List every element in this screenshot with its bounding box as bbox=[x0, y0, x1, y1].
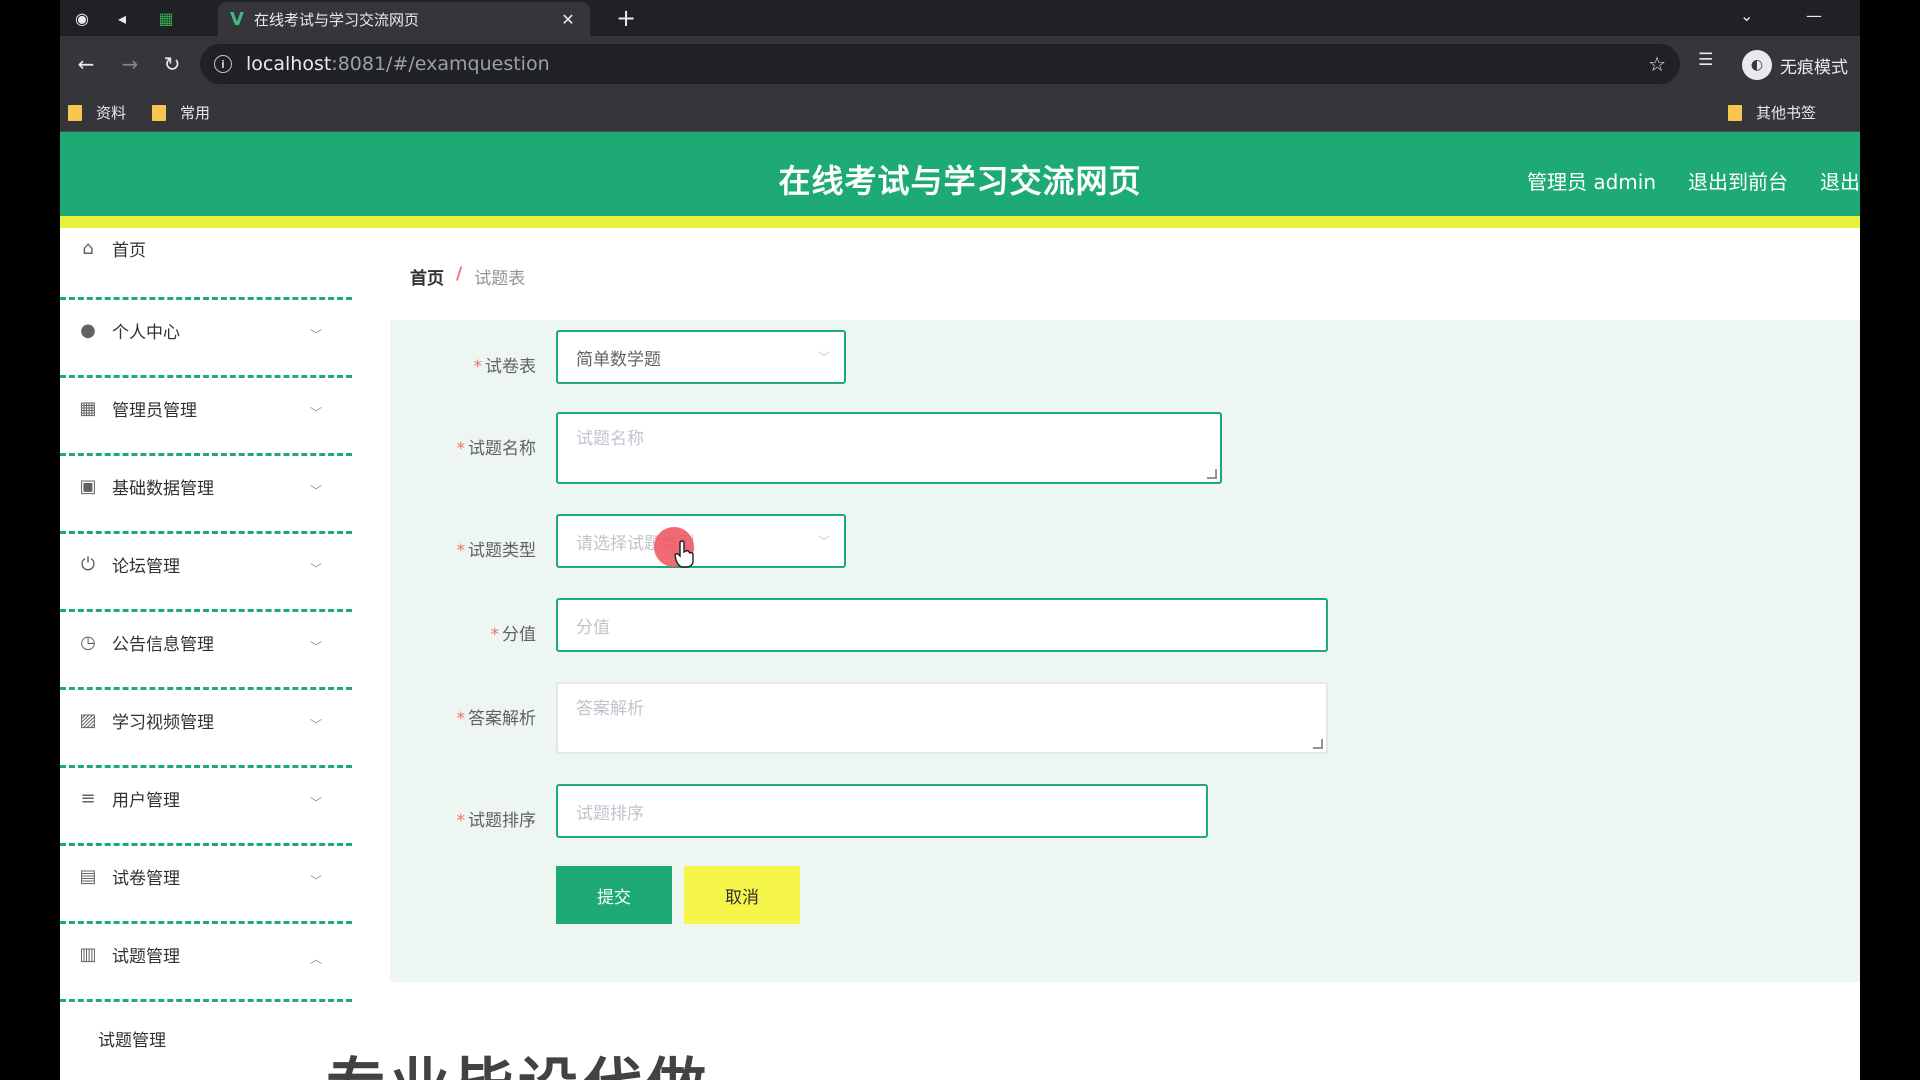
browser-window: ◉ ◂ ▦ V 在线考试与学习交流网页 ✕ + ⌄ — ← → ↻ i loca… bbox=[60, 0, 1860, 1080]
sidebar-subitem-questions[interactable]: 试题管理 bbox=[60, 1002, 352, 1080]
forward-icon[interactable]: → bbox=[116, 50, 144, 78]
resize-handle-icon[interactable] bbox=[1313, 739, 1323, 749]
breadcrumb-current: 试题表 bbox=[474, 269, 526, 289]
sidebar-item-notice[interactable]: ◷ 公告信息管理 ﹀ bbox=[60, 612, 352, 690]
vue-logo-icon: V bbox=[230, 8, 244, 30]
sidebar-item-questions[interactable]: ▥ 试题管理 ︿ bbox=[60, 924, 352, 1002]
sidebar: ⌂ 首页 ● 个人中心 ﹀ ▦ 管理员管理 ﹀ ▣ 基础数据管理 ﹀ ⏻ 论坛管… bbox=[60, 228, 360, 1080]
clock-icon: ◷ bbox=[80, 632, 96, 653]
folder-icon bbox=[152, 104, 166, 121]
question-name-textarea[interactable]: 试题名称 bbox=[556, 412, 1222, 484]
question-type-select[interactable]: 请选择试题类型 ﹀ bbox=[556, 514, 846, 568]
chevron-down-icon: ﹀ bbox=[309, 406, 322, 420]
chevron-down-icon: ﹀ bbox=[817, 534, 830, 549]
home-icon: ⌂ bbox=[82, 238, 94, 259]
score-label: * 分值 bbox=[490, 625, 537, 645]
bookmark-folder[interactable]: 常用 bbox=[152, 102, 210, 123]
grid-icon: ▦ bbox=[79, 398, 97, 419]
power-icon: ⏻ bbox=[80, 554, 96, 575]
chevron-down-icon: ﹀ bbox=[309, 562, 322, 576]
chevron-down-icon: ﹀ bbox=[309, 328, 322, 342]
list-icon: ≡ bbox=[80, 788, 96, 809]
chevron-down-icon: ﹀ bbox=[309, 874, 322, 888]
reload-icon[interactable]: ↻ bbox=[158, 50, 186, 78]
sidebar-item-video[interactable]: ▨ 学习视频管理 ﹀ bbox=[60, 690, 352, 768]
other-bookmarks[interactable]: 其他书签 bbox=[1728, 102, 1816, 123]
folder-icon bbox=[1728, 104, 1742, 121]
tab-bar: ◉ ◂ ▦ V 在线考试与学习交流网页 ✕ + ⌄ — bbox=[60, 0, 1860, 36]
sidebar-item-users[interactable]: ≡ 用户管理 ﹀ bbox=[60, 768, 352, 846]
logout-link[interactable]: 退出 bbox=[1820, 166, 1860, 195]
score-input[interactable]: 分值 bbox=[556, 598, 1328, 652]
header-accent-strip bbox=[60, 216, 1860, 228]
message-icon: ▤ bbox=[79, 866, 97, 887]
bookmark-folder[interactable]: 资料 bbox=[68, 102, 126, 123]
tab-close-icon[interactable]: ✕ bbox=[558, 10, 578, 29]
new-tab-icon[interactable]: + bbox=[612, 4, 640, 32]
chevron-down-icon: ﹀ bbox=[309, 718, 322, 732]
sidebar-item-personal[interactable]: ● 个人中心 ﹀ bbox=[60, 300, 352, 378]
sheet-icon[interactable]: ▦ bbox=[154, 6, 178, 30]
sidebar-item-basedata[interactable]: ▣ 基础数据管理 ﹀ bbox=[60, 456, 352, 534]
bookmark-star-icon[interactable]: ☆ bbox=[1648, 52, 1666, 76]
profile-menu[interactable]: ◐ 无痕模式 bbox=[1742, 50, 1848, 80]
folder-icon bbox=[68, 104, 82, 121]
admin-user-label: 管理员 admin bbox=[1526, 170, 1656, 194]
minimize-icon[interactable]: — bbox=[1806, 6, 1822, 25]
browser-toolbar: ← → ↻ i localhost:8081/#/examquestion ☆ … bbox=[60, 36, 1860, 92]
tab-back-icon[interactable]: ◂ bbox=[110, 6, 134, 30]
profile-label: 无痕模式 bbox=[1780, 57, 1848, 78]
analysis-textarea[interactable]: 答案解析 bbox=[556, 682, 1328, 754]
chevron-down-icon: ﹀ bbox=[309, 484, 322, 498]
analysis-label: * 答案解析 bbox=[456, 709, 537, 729]
site-info-icon[interactable]: i bbox=[214, 55, 232, 73]
order-input[interactable]: 试题排序 bbox=[556, 784, 1208, 838]
cancel-button[interactable]: 取消 bbox=[684, 866, 800, 924]
chevron-down-icon: ﹀ bbox=[817, 350, 830, 365]
paper-select[interactable]: 简单数学题 ﹀ bbox=[556, 330, 846, 384]
question-name-label: * 试题名称 bbox=[456, 439, 537, 459]
submit-button[interactable]: 提交 bbox=[556, 866, 672, 924]
clipboard-icon: ▣ bbox=[79, 476, 97, 497]
resize-handle-icon[interactable] bbox=[1207, 469, 1217, 479]
sidebar-item-forum[interactable]: ⏻ 论坛管理 ﹀ bbox=[60, 534, 352, 612]
url-path: :8081/#/examquestion bbox=[331, 53, 550, 75]
chart-icon: ▨ bbox=[79, 710, 97, 731]
sidebar-item-papers[interactable]: ▤ 试卷管理 ﹀ bbox=[60, 846, 352, 924]
main-content: 首页 / 试题表 * 试卷表 简单数学题 ﹀ * 试题名称 试题名称 * 试题类型 请… bbox=[360, 228, 1860, 1080]
breadcrumb: 首页 / 试题表 bbox=[410, 264, 525, 289]
hand-cursor-icon bbox=[674, 540, 694, 568]
back-icon[interactable]: ← bbox=[72, 50, 100, 78]
header-links: 管理员 admin 退出到前台 退出 bbox=[1527, 166, 1860, 195]
tab-title: 在线考试与学习交流网页 bbox=[253, 10, 419, 29]
incognito-icon: ◐ bbox=[1742, 50, 1772, 80]
watermark-text: 专业毕设代做 bbox=[326, 1038, 710, 1080]
browser-tab[interactable]: V 在线考试与学习交流网页 ✕ bbox=[218, 2, 590, 36]
chevron-down-icon: ﹀ bbox=[309, 796, 322, 810]
app-header: 在线考试与学习交流网页 管理员 admin 退出到前台 退出 bbox=[60, 132, 1860, 228]
order-label: * 试题排序 bbox=[456, 811, 537, 831]
question-form: * 试卷表 简单数学题 ﹀ * 试题名称 试题名称 * 试题类型 请选择试题类型 ﹀ … bbox=[390, 320, 1860, 982]
chevron-up-icon: ︿ bbox=[309, 952, 322, 966]
sidebar-item-admins[interactable]: ▦ 管理员管理 ﹀ bbox=[60, 378, 352, 456]
chevron-down-icon: ﹀ bbox=[309, 640, 322, 654]
printer-icon: ▥ bbox=[79, 944, 97, 965]
url-host: localhost bbox=[246, 53, 332, 75]
breadcrumb-home[interactable]: 首页 bbox=[410, 264, 444, 289]
reading-list-icon[interactable]: ☰ bbox=[1698, 50, 1713, 70]
user-icon: ● bbox=[80, 320, 96, 341]
address-bar[interactable]: i localhost:8081/#/examquestion ☆ bbox=[200, 44, 1680, 84]
to-front-link[interactable]: 退出到前台 bbox=[1688, 166, 1788, 195]
breadcrumb-separator: / bbox=[456, 264, 463, 284]
tab-list-icon[interactable]: ⌄ bbox=[1740, 6, 1753, 25]
bookmarks-bar: 资料 常用 其他书签 bbox=[60, 92, 1860, 132]
browser-logo-icon[interactable]: ◉ bbox=[70, 6, 94, 30]
sidebar-item-home[interactable]: ⌂ 首页 bbox=[60, 228, 352, 300]
question-type-label: * 试题类型 bbox=[456, 541, 537, 561]
paper-label: * 试卷表 bbox=[473, 357, 537, 377]
